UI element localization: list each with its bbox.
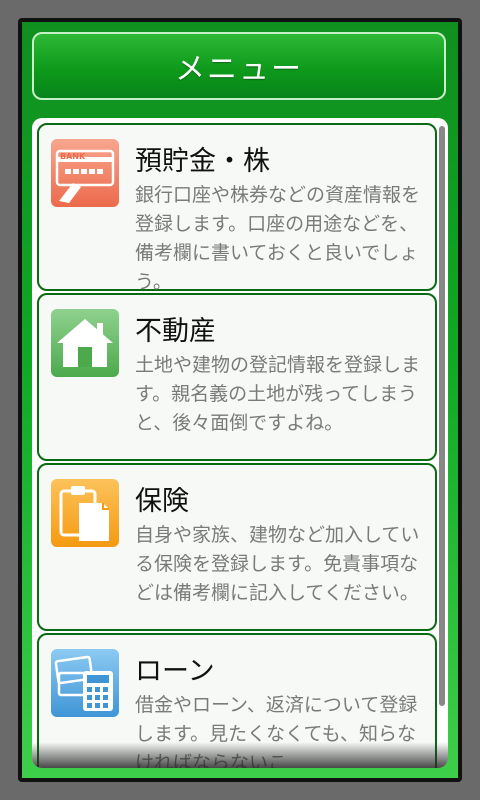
menu-item-description: 土地や建物の登記情報を登録します。親名義の土地が残ってしまうと、後々面倒ですよね… [135,354,421,434]
menu-item-real-estate[interactable]: 不動産 土地や建物の登記情報を登録します。親名義の土地が残ってしまうと、後々面倒… [37,293,437,461]
page-title: メニュー [175,52,303,87]
app-screen: メニュー BANK 預貯金・株 銀行口座や株券などの資産情報を登録します。口座の… [22,22,458,778]
bank-card-icon: BANK [51,139,119,207]
menu-item-title: 保険 [135,486,189,517]
clipboard-icon [51,479,119,547]
menu-item-description: 銀行口座や株券などの資産情報を登録します。口座の用途などを、備考欄に書いておくと… [135,184,421,293]
calculator-cards-icon [51,649,119,717]
menu-item-description: 自身や家族、建物など加入している保険を登録します。免責事項などは備考欄に記入して… [135,524,420,604]
title-bar: メニュー [32,32,446,100]
menu-item-title: 預貯金・株 [135,146,270,177]
menu-item-title: ローン [135,656,215,687]
scroll-fade [32,742,448,768]
menu-item-insurance[interactable]: 保険 自身や家族、建物など加入している保険を登録します。免責事項などは備考欄に記… [37,463,437,631]
bank-label: BANK [60,152,86,161]
menu-item-savings[interactable]: BANK 預貯金・株 銀行口座や株券などの資産情報を登録します。口座の用途などを… [37,123,437,293]
menu-item-title: 不動産 [135,316,216,347]
menu-panel: BANK 預貯金・株 銀行口座や株券などの資産情報を登録します。口座の用途などを… [32,118,448,768]
scrollbar[interactable] [439,126,445,706]
menu-list: BANK 預貯金・株 銀行口座や株券などの資産情報を登録します。口座の用途などを… [37,123,437,768]
house-icon [51,309,119,377]
